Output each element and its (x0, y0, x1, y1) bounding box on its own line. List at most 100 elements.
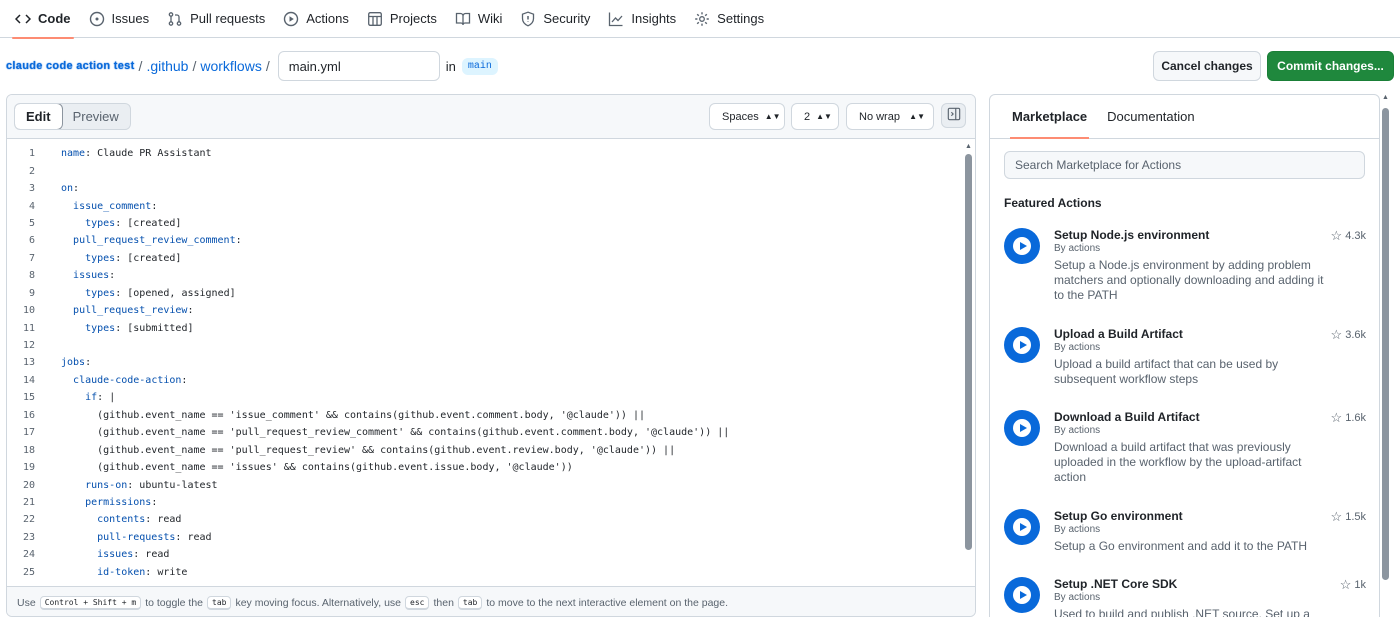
tab-marketplace[interactable]: Marketplace (1002, 95, 1097, 139)
action-title[interactable]: Upload a Build Artifact (1054, 327, 1183, 341)
tab-settings[interactable]: Settings (685, 0, 773, 38)
preview-tab[interactable]: Preview (62, 104, 130, 129)
action-star-count: 1k (1354, 579, 1366, 591)
line-number: 17 (22, 427, 35, 439)
shortcut-key: Control + Shift + m (39, 595, 142, 610)
tab-projects[interactable]: Projects (358, 0, 446, 38)
line-number: 5 (28, 217, 35, 229)
marketplace-scrollbar[interactable]: ▲ (1380, 94, 1392, 617)
breadcrumb-workflows-link[interactable]: workflows (200, 58, 261, 74)
filename-input[interactable] (277, 51, 440, 81)
tab-security[interactable]: Security (511, 0, 599, 38)
tab-security-label: Security (543, 11, 591, 26)
yaml-key: on (61, 183, 74, 195)
tab-code[interactable]: Code (6, 0, 80, 39)
featured-actions-heading: Featured Actions (1004, 196, 1102, 210)
line-text: pull-requests: read (61, 531, 212, 543)
hint-text: key moving focus. Alternatively, use (235, 596, 402, 609)
cancel-changes-button[interactable]: Cancel changes (1153, 51, 1261, 81)
code-line: 1 name: Claude PR Assistant (7, 145, 962, 162)
branch-badge: main (461, 57, 498, 75)
star-icon: ☆ (1339, 577, 1352, 592)
sidebar-collapse-icon (947, 107, 961, 124)
tab-wiki-label: Wiki (477, 11, 503, 26)
action-star-count: 4.3k (1345, 230, 1366, 242)
action-play-icon (1004, 577, 1040, 613)
line-text: id-token: write (61, 567, 187, 578)
yaml-colon: : (73, 183, 80, 195)
tab-wiki[interactable]: Wiki (446, 0, 512, 38)
action-star-count: 3.6k (1345, 329, 1366, 341)
breadcrumb-repo-link[interactable]: claude code action test (6, 60, 135, 72)
line-number: 23 (22, 531, 35, 543)
table-icon (367, 11, 383, 27)
marketplace-scrollbar-thumb[interactable] (1382, 108, 1389, 580)
toggle-sidebar-button[interactable] (941, 103, 966, 128)
yaml-key: types (85, 217, 116, 229)
graph-icon (608, 11, 624, 27)
line-text: (github.event_name == 'pull_request_revi… (61, 427, 729, 438)
action-description: Used to build and publish .NET source. S… (1054, 607, 1310, 617)
breadcrumb-github-link[interactable]: .github (146, 58, 188, 74)
code-line: 14 claude-code-action: (7, 372, 962, 389)
tab-actions[interactable]: Actions (274, 0, 358, 38)
code-line: 20 runs-on: ubuntu-latest (7, 476, 962, 493)
action-author: By actions (1054, 342, 1101, 353)
code-area[interactable]: 1 name: Claude PR Assistant 2 3 on: 4 issue_c… (7, 145, 962, 585)
breadcrumb-separator: / (265, 58, 270, 74)
shield-icon (520, 11, 536, 27)
editor-scrollbar-thumb[interactable] (965, 154, 972, 550)
code-line: 16 (github.event_name == 'issue_comment'… (7, 407, 962, 424)
action-title[interactable]: Download a Build Artifact (1054, 410, 1200, 424)
line-text: (github.event_name == 'issues' && contai… (61, 462, 573, 473)
action-author: By actions (1054, 425, 1101, 436)
edit-tab[interactable]: Edit (14, 104, 63, 129)
yaml-colon: : (181, 374, 188, 386)
tab-projects-label: Projects (389, 11, 437, 26)
commit-changes-button[interactable]: Commit changes... (1267, 51, 1394, 81)
scroll-up-icon[interactable]: ▲ (1382, 94, 1389, 101)
yaml-value: Claude PR Assistant (91, 148, 212, 160)
code-icon (15, 11, 31, 27)
tab-issues[interactable]: Issues (80, 0, 159, 38)
yaml-value: | (103, 392, 116, 404)
tab-pull-requests[interactable]: Pull requests (158, 0, 274, 38)
indent-mode-select[interactable]: Spaces ▲▼ (709, 103, 785, 130)
code-line: 23 pull-requests: read (7, 529, 962, 546)
code-line: 7 types: [created] (7, 250, 962, 267)
issue-icon (89, 11, 105, 27)
hint-text: to move to the next interactive element … (486, 596, 729, 609)
indent-mode-value: Spaces (722, 110, 759, 123)
tab-insights[interactable]: Insights (599, 0, 685, 38)
yaml-key: id-token (97, 566, 146, 578)
tab-documentation[interactable]: Documentation (1097, 95, 1204, 138)
wrap-mode-select[interactable]: No wrap ▲▼ (846, 103, 934, 130)
line-number: 6 (28, 235, 35, 247)
marketplace-search-input[interactable] (1004, 151, 1365, 179)
yaml-value: [submitted] (121, 322, 194, 334)
yaml-value: read (181, 531, 212, 543)
code-line: 5 types: [created] (7, 215, 962, 232)
action-stars: ☆ 1.5k (1331, 509, 1366, 525)
scroll-up-icon[interactable]: ▲ (965, 143, 972, 150)
indent-size-select[interactable]: 2 ▲▼ (791, 103, 839, 130)
action-title[interactable]: Setup Node.js environment (1054, 228, 1209, 242)
gear-icon (694, 11, 710, 27)
line-text: claude-code-action: (61, 375, 187, 386)
code-line: 24 issues: read (7, 546, 962, 563)
line-number: 11 (22, 322, 35, 334)
action-author: By actions (1054, 592, 1101, 603)
tab-key: tab (457, 595, 483, 610)
action-title[interactable]: Setup .NET Core SDK (1054, 577, 1177, 591)
action-title[interactable]: Setup Go environment (1054, 509, 1183, 523)
select-arrows-icon: ▲▼ (764, 112, 781, 121)
action-stars: ☆ 1.6k (1331, 410, 1366, 426)
editor-scrollbar[interactable]: ▲ (962, 143, 974, 587)
